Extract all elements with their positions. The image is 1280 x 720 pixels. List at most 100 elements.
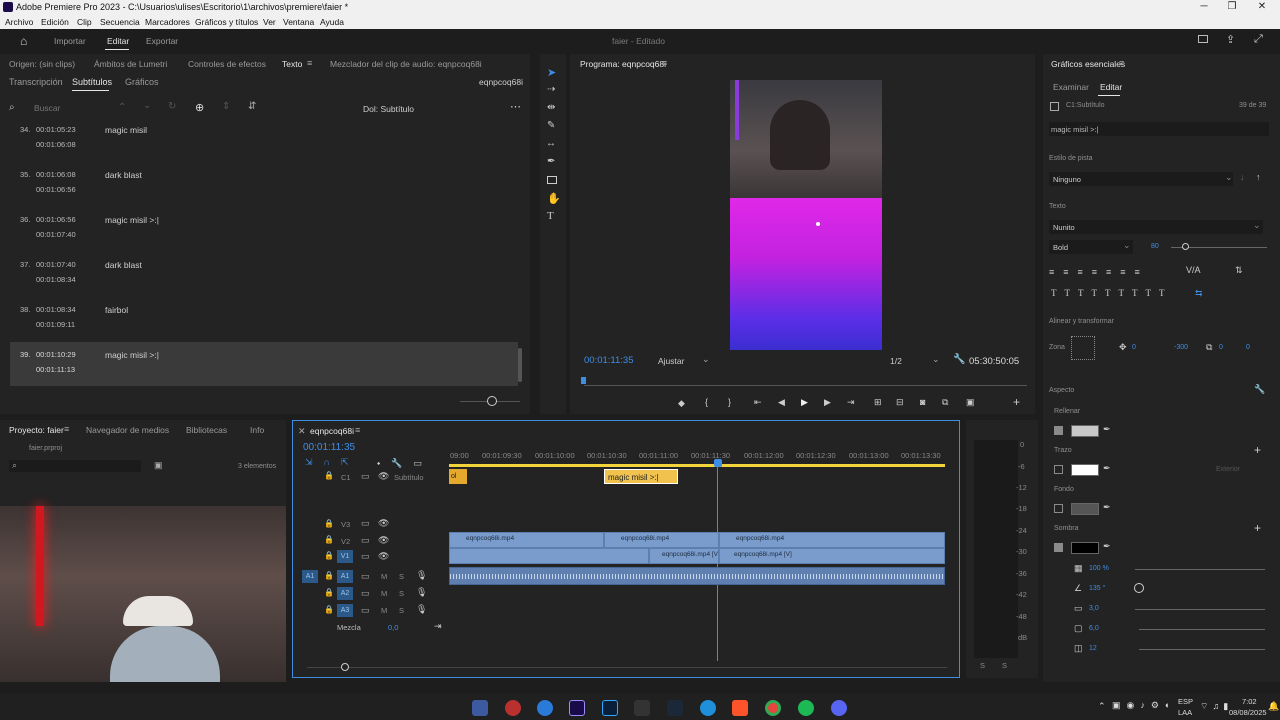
menu-ver[interactable]: Ver xyxy=(263,17,276,27)
font-size-value[interactable]: 80 xyxy=(1151,243,1159,250)
wrench-icon[interactable]: 🔧 xyxy=(953,354,965,365)
tab-origen[interactable]: Origen: (sin clips) xyxy=(9,59,75,69)
solo-button[interactable]: S xyxy=(399,572,404,581)
step-back-icon[interactable]: ◀ xyxy=(778,397,785,408)
add-shadow-icon[interactable]: + xyxy=(1254,521,1261,535)
subtitle-clip-selected[interactable]: magic misil >:| xyxy=(604,469,678,484)
menu-edicion[interactable]: Edición xyxy=(41,17,69,27)
mute-button[interactable]: M xyxy=(381,606,387,615)
lock-icon[interactable]: 🔒 xyxy=(324,571,334,580)
chevron-down-icon[interactable]: ⌄ xyxy=(143,100,151,111)
brave-taskbar-icon[interactable] xyxy=(732,700,748,716)
lang-1[interactable]: ESP xyxy=(1178,697,1193,706)
timeline-tool-icons[interactable]: ⇲∩⇱ xyxy=(305,457,360,468)
menu-archivo[interactable]: Archivo xyxy=(5,17,33,27)
menu-ventana[interactable]: Ventana xyxy=(283,17,314,27)
eye-icon[interactable]: 👁 xyxy=(378,551,389,562)
stroke-mode-dropdown[interactable]: Exterior xyxy=(1216,466,1240,473)
mute-button[interactable]: M xyxy=(381,589,387,598)
track-label-v3[interactable]: V3 xyxy=(341,520,350,529)
shadow-opacity-slider[interactable] xyxy=(1135,569,1265,570)
photoshop-taskbar-icon[interactable] xyxy=(602,700,618,716)
shadow-color-swatch[interactable] xyxy=(1071,542,1099,554)
position-y-value[interactable]: -300 xyxy=(1174,344,1188,351)
eyedropper-icon[interactable]: ✒ xyxy=(1103,502,1111,513)
panel-menu-icon[interactable]: ≡ xyxy=(307,58,312,68)
solo-button[interactable]: S xyxy=(399,606,404,615)
tab-proyecto[interactable]: Proyecto: faier xyxy=(9,425,64,435)
track-label-a3[interactable]: A3 xyxy=(337,604,353,617)
video-clip[interactable]: eqnpcoq68i.mp4 xyxy=(449,532,604,548)
tray-icons[interactable]: ▣◉♪⚙◐ xyxy=(1112,700,1176,711)
mix-end-icon[interactable]: ⇥ xyxy=(434,621,442,632)
lang-2[interactable]: LAA xyxy=(1178,708,1192,717)
sequence-tab[interactable]: eqnpcoq68i xyxy=(310,426,354,436)
sync-lock-icon[interactable]: ▭ xyxy=(361,605,370,616)
playhead-marker[interactable] xyxy=(581,377,586,384)
chevron-down-icon[interactable]: ⌄ xyxy=(1123,240,1131,251)
chrome-taskbar-icon[interactable] xyxy=(765,700,781,716)
scrollbar[interactable] xyxy=(518,348,522,382)
track-output-icon[interactable]: ▭ xyxy=(361,471,370,482)
track-select-icon[interactable]: ⇢ xyxy=(547,84,555,95)
track-output-icon[interactable]: ▭ xyxy=(361,518,370,529)
font-dropdown[interactable]: Nunito xyxy=(1049,220,1263,234)
eye-icon[interactable]: 👁 xyxy=(378,471,389,482)
chevron-down-icon[interactable]: ⌄ xyxy=(932,354,940,365)
shadow-distance-value[interactable]: 3,0 xyxy=(1089,605,1099,612)
subtab-graficos[interactable]: Gráficos xyxy=(125,77,159,87)
video-clip[interactable]: eqnpcoq68i.mp4 xyxy=(604,532,719,548)
menu-graficos[interactable]: Gráficos y títulos xyxy=(195,17,258,27)
text-style-icons[interactable]: TTTTTTTTT xyxy=(1051,288,1172,298)
caption-row[interactable]: 37. 00:01:07:40 00:01:08:34 dark blast xyxy=(10,257,518,301)
menu-ayuda[interactable]: Ayuda xyxy=(320,17,344,27)
discord-taskbar-icon[interactable] xyxy=(831,700,847,716)
ripple-edit-icon[interactable]: ⇹ xyxy=(547,102,555,113)
tab-navegador[interactable]: Navegador de medios xyxy=(86,425,169,435)
tab-info[interactable]: Info xyxy=(250,425,264,435)
fullscreen-icon[interactable]: ⤢ xyxy=(1254,33,1263,46)
eye-icon[interactable]: 👁 xyxy=(378,518,389,529)
zoom-slider-handle[interactable] xyxy=(487,396,497,406)
video-clip-v1[interactable]: eqnpcoq68i.mp4 [V] xyxy=(719,548,945,564)
minimize-icon[interactable]: ─ xyxy=(1192,1,1216,12)
source-patch-a1[interactable]: A1 xyxy=(302,570,318,583)
lock-icon[interactable]: 🔒 xyxy=(324,471,334,480)
eyedropper-icon[interactable]: ✒ xyxy=(1103,463,1111,474)
meter-solo-right[interactable]: S xyxy=(1002,661,1007,670)
track-style-dropdown[interactable]: Ninguno xyxy=(1049,172,1233,186)
solo-button[interactable]: S xyxy=(399,589,404,598)
merge-icon[interactable]: ⇕ xyxy=(222,101,230,112)
lock-icon[interactable]: 🔒 xyxy=(324,519,334,528)
scale-value[interactable]: 0 xyxy=(1219,344,1223,351)
panel-menu-icon[interactable]: ≡ xyxy=(64,424,69,434)
refresh-icon[interactable]: ↻ xyxy=(168,101,176,112)
caption-row[interactable]: 36. 00:01:06:56 00:01:07:40 magic misil … xyxy=(10,212,518,256)
eye-icon[interactable]: 👁 xyxy=(378,535,389,546)
hand-icon[interactable]: ✋ xyxy=(547,192,561,205)
rotation-value[interactable]: 0 xyxy=(1246,344,1250,351)
shadow-opacity-value[interactable]: 100 % xyxy=(1089,565,1109,572)
font-size-slider-handle[interactable] xyxy=(1182,243,1189,250)
safe-margins-icon[interactable]: ▣ xyxy=(966,397,975,408)
tab-mezclador[interactable]: Mezclador del clip de audio: eqnpcoq68i xyxy=(330,59,482,69)
razor-icon[interactable]: ✎ xyxy=(547,120,555,131)
timeline-playhead-handle[interactable] xyxy=(714,459,722,467)
sync-style-icon[interactable]: ↑ xyxy=(1256,172,1261,182)
close-sequence-icon[interactable]: ✕ xyxy=(298,426,306,437)
push-style-icon[interactable]: ↓ xyxy=(1240,172,1245,182)
work-area-bar[interactable] xyxy=(449,464,945,467)
add-stroke-icon[interactable]: + xyxy=(1254,443,1261,457)
camera-icon[interactable]: ◙ xyxy=(920,397,925,407)
menu-marcadores[interactable]: Marcadores xyxy=(145,17,190,27)
track-output-icon[interactable]: ▭ xyxy=(361,535,370,546)
video-clip-v1[interactable] xyxy=(449,548,649,564)
clock-date[interactable]: 08/08/2025 xyxy=(1229,708,1267,717)
search-input[interactable] xyxy=(34,102,104,114)
chevron-down-icon[interactable]: ⌄ xyxy=(1225,172,1233,183)
leading-icon[interactable]: ⇅ xyxy=(1235,265,1243,276)
project-search-input[interactable] xyxy=(9,460,141,472)
rtl-icon[interactable]: ⇆ xyxy=(1195,288,1203,299)
step-forward-icon[interactable]: ▶ xyxy=(824,397,831,408)
slip-icon[interactable]: ↔ xyxy=(546,138,556,149)
